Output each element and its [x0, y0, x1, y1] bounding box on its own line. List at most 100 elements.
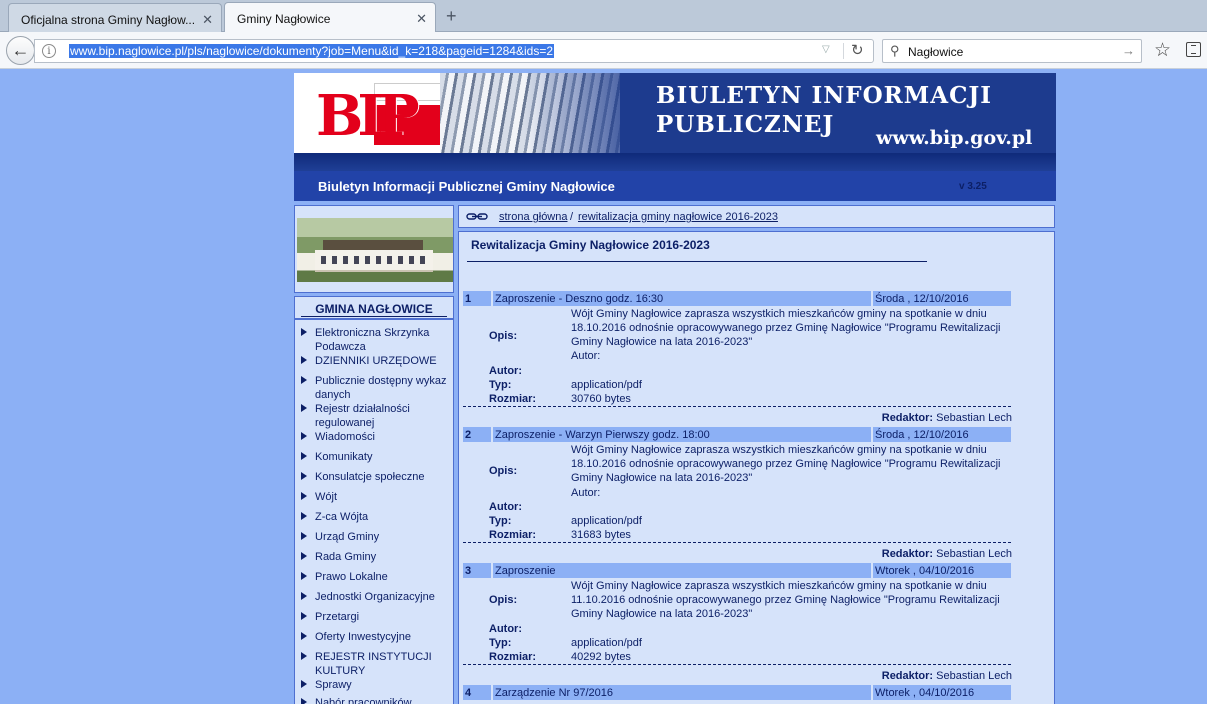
bip-logo[interactable]: BIP	[314, 79, 444, 147]
manor-photo-box	[294, 205, 454, 293]
sidebar-item-label[interactable]: Nabór pracowników	[315, 696, 449, 704]
triangle-right-icon	[301, 632, 307, 640]
document-description: Wójt Gminy Nagłowice zaprasza wszystkich…	[571, 580, 1000, 620]
document-type: application/pdf	[571, 379, 642, 391]
tab-official-site[interactable]: Oficjalna strona Gminy Nagłow... ✕	[8, 3, 222, 32]
search-input[interactable]: Nagłowice	[908, 45, 963, 59]
manor-roof	[323, 240, 423, 250]
sidebar-item-label[interactable]: Rejestr działalności regulowanej	[315, 402, 449, 430]
document-number: 4	[465, 687, 472, 699]
chain-link-icon	[466, 213, 488, 220]
sidebar-item-label[interactable]: Rada Gminy	[315, 550, 449, 564]
sidebar-item-label[interactable]: Komunikaty	[315, 450, 449, 464]
sidebar-item-label[interactable]: Przetargi	[315, 610, 449, 624]
triangle-right-icon	[301, 680, 307, 688]
sidebar-item-label[interactable]: Jednostki Organizacyjne	[315, 590, 449, 604]
editor-name: Sebastian Lech	[936, 412, 1012, 424]
document-editor: Redaktor: Sebastian Lech	[882, 548, 1012, 560]
opis-label: Opis:	[489, 465, 518, 477]
autor-label: Autor:	[489, 365, 522, 377]
divider	[871, 427, 873, 442]
document-description: Wójt Gminy Nagłowice zaprasza wszystkich…	[571, 308, 1001, 348]
info-icon[interactable]: i	[42, 44, 56, 58]
banner-site-url[interactable]: www.bip.gov.pl	[876, 127, 1032, 149]
description-author: Autor:	[571, 487, 601, 499]
sidebar-item-label[interactable]: Oferty Inwestycyjne	[315, 630, 449, 644]
sidebar-item-label[interactable]: Elektroniczna Skrzynka Podawcza	[315, 326, 449, 354]
breadcrumb-home-link[interactable]: strona główna	[499, 211, 568, 223]
triangle-right-icon	[301, 652, 307, 660]
site-title: Biuletyn Informacji Publicznej Gminy Nag…	[318, 179, 615, 194]
document-size: 40292 bytes	[571, 651, 631, 663]
reload-icon[interactable]: ↻	[851, 41, 864, 59]
breadcrumb-current-link[interactable]: rewitalizacja gminy nagłowice 2016-2023	[578, 211, 778, 223]
sidebar-item-label[interactable]: Sprawy	[315, 678, 449, 692]
document-description: Wójt Gminy Nagłowice zaprasza wszystkich…	[571, 444, 1001, 484]
document-title-link[interactable]: Zaproszenie - Warzyn Pierwszy godz. 18:0…	[495, 429, 710, 441]
document-date: Wtorek , 04/10/2016	[875, 687, 975, 699]
url-text[interactable]: www.bip.naglowice.pl/pls/naglowice/dokum…	[69, 44, 554, 58]
triangle-right-icon	[301, 592, 307, 600]
sidebar-item-label[interactable]: Konsulatcje społeczne	[315, 470, 449, 484]
document-size: 30760 bytes	[571, 393, 631, 405]
document-editor: Redaktor: Sebastian Lech	[882, 412, 1012, 424]
dashed-divider	[463, 406, 1011, 407]
close-icon[interactable]: ✕	[202, 12, 213, 28]
sidebar-item-label[interactable]: REJESTR INSTYTUCJI KULTURY	[315, 650, 449, 678]
document-number: 2	[465, 429, 472, 441]
image-fade	[524, 73, 664, 153]
divider	[491, 685, 493, 700]
sidebar-item-label[interactable]: Urząd Gminy	[315, 530, 449, 544]
sidebar-item-label[interactable]: DZIENNIKI URZĘDOWE	[315, 354, 449, 368]
sidebar-menu: Elektroniczna Skrzynka Podawcza DZIENNIK…	[294, 319, 454, 704]
document-title-link[interactable]: Zaproszenie	[495, 565, 556, 577]
sidebar-item-label[interactable]: Wójt	[315, 490, 449, 504]
divider	[871, 563, 873, 578]
version-label: v 3.25	[959, 181, 987, 192]
rozmiar-label: Rozmiar:	[489, 651, 537, 663]
sidebar-item-label[interactable]: Prawo Lokalne	[315, 570, 449, 584]
go-arrow-icon[interactable]: →	[1122, 43, 1135, 58]
triangle-right-icon	[301, 328, 307, 336]
document-number: 1	[465, 293, 472, 305]
document-editor: Redaktor: Sebastian Lech	[882, 670, 1012, 682]
rozmiar-label: Rozmiar:	[489, 529, 537, 541]
opis-label: Opis:	[489, 594, 518, 606]
sidebar-item-label[interactable]: Publicznie dostępny wykaz danych	[315, 374, 449, 402]
sidebar-item-label[interactable]: Z-ca Wójta	[315, 510, 449, 524]
dropdown-arrow-icon[interactable]: ▽	[822, 44, 830, 55]
sidebar-item-label[interactable]: Wiadomości	[315, 430, 449, 444]
bookmark-star-icon[interactable]: ☆	[1154, 39, 1171, 62]
rozmiar-label: Rozmiar:	[489, 393, 537, 405]
document-number: 3	[465, 565, 472, 577]
divider	[843, 43, 844, 59]
autor-label: Autor:	[489, 501, 522, 513]
main-content: Rewitalizacja Gminy Nagłowice 2016-2023 …	[458, 231, 1055, 704]
triangle-right-icon	[301, 472, 307, 480]
address-bar[interactable]: i www.bip.naglowice.pl/pls/naglowice/dok…	[34, 39, 874, 63]
document-type: application/pdf	[571, 515, 642, 527]
document-title-link[interactable]: Zarządzenie Nr 97/2016	[495, 687, 613, 699]
sidebar-item-skrzynka[interactable]: Elektroniczna Skrzynka Podawcza	[299, 326, 449, 354]
banner-title-line2: PUBLICZNEJ	[656, 111, 835, 138]
document-header-row: 2 Zaproszenie - Warzyn Pierwszy godz. 18…	[463, 427, 1011, 442]
triangle-right-icon	[301, 404, 307, 412]
divider	[871, 291, 873, 306]
tab-gminy-naglowice[interactable]: Gminy Nagłowice ✕	[224, 2, 436, 33]
typ-label: Typ:	[489, 515, 512, 527]
dashed-divider	[463, 542, 1011, 543]
reading-list-icon[interactable]	[1186, 42, 1201, 57]
triangle-right-icon	[301, 552, 307, 560]
close-icon[interactable]: ✕	[416, 11, 427, 27]
description-author: Autor:	[571, 350, 601, 362]
back-arrow-icon[interactable]: ←	[6, 36, 35, 65]
triangle-right-icon	[301, 572, 307, 580]
new-tab-plus-icon[interactable]: +	[446, 6, 457, 27]
search-bar[interactable]: ⚲ Nagłowice →	[882, 39, 1142, 63]
breadcrumb-separator: /	[570, 211, 574, 223]
logo-area: BIP	[294, 73, 444, 153]
triangle-right-icon	[301, 612, 307, 620]
tab-label: Gminy Nagłowice	[237, 12, 331, 26]
banner-title-line1: BIULETYN INFORMACJI	[656, 82, 993, 109]
document-title-link[interactable]: Zaproszenie - Deszno godz. 16:30	[495, 293, 663, 305]
